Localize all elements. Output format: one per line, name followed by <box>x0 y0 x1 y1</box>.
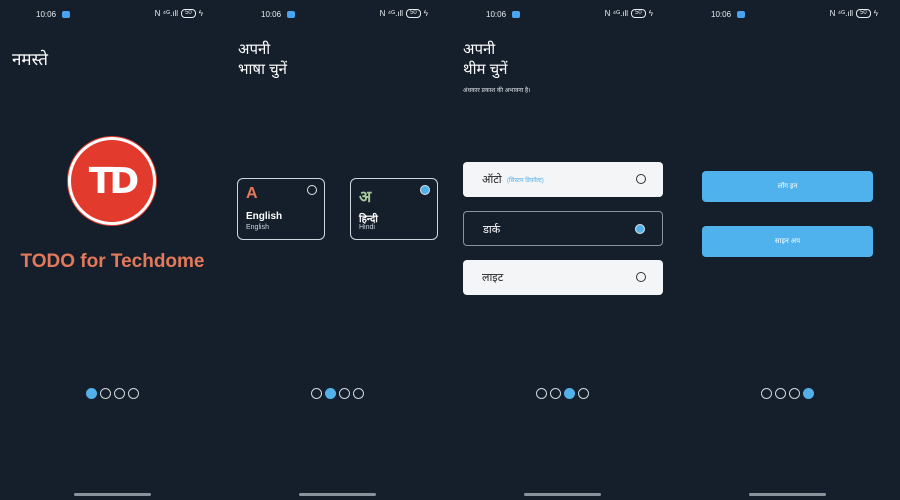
status-indicators: N ⁴ᴳ.ıll 50 ϟ <box>605 9 653 18</box>
page-title: अपनी थीम चुनें <box>463 40 507 80</box>
page-dot[interactable] <box>311 388 322 399</box>
title-line: अपनी <box>463 41 496 58</box>
home-indicator[interactable] <box>749 493 826 496</box>
radio-button[interactable] <box>636 272 646 282</box>
bolt-icon: ϟ <box>423 9 428 18</box>
theme-option-light[interactable]: लाइट <box>463 260 663 295</box>
page-indicator <box>450 388 675 399</box>
page-indicator <box>225 388 450 399</box>
message-notification-icon <box>512 11 520 18</box>
screen-language: 10:06 N ⁴ᴳ.ıll 50 ϟ अपनी भाषा चुनें A En… <box>225 0 450 500</box>
battery-icon: 50 <box>406 9 421 18</box>
theme-option-auto[interactable]: ऑटो (सिस्टम डिफ़ॉल्ट) <box>463 162 663 197</box>
status-time: 10:06 <box>711 10 732 19</box>
radio-button[interactable] <box>635 224 645 234</box>
theme-label: लाइट <box>482 272 504 284</box>
page-dot[interactable] <box>128 388 139 399</box>
signup-button[interactable]: साइन अप <box>702 226 873 257</box>
app-logo: TD <box>68 137 156 225</box>
title-line: भाषा चुनें <box>238 61 288 78</box>
home-indicator[interactable] <box>299 493 376 496</box>
radio-button[interactable] <box>636 174 646 184</box>
signal-icon: N ⁴ᴳ.ıll <box>829 9 854 18</box>
bolt-icon: ϟ <box>198 9 203 18</box>
status-time: 10:06 <box>261 10 282 19</box>
title-line: अपनी <box>238 41 271 58</box>
page-dot[interactable] <box>536 388 547 399</box>
theme-label: ऑटो <box>482 174 502 186</box>
language-name: English <box>246 211 283 222</box>
language-subtitle: English <box>246 224 269 231</box>
page-dot[interactable] <box>325 388 336 399</box>
page-dot[interactable] <box>114 388 125 399</box>
logo-text: TD <box>88 160 139 202</box>
theme-hint: (सिस्टम डिफ़ॉल्ट) <box>507 178 544 184</box>
page-dot[interactable] <box>550 388 561 399</box>
language-card-english[interactable]: A English English <box>237 178 325 240</box>
status-bar: 10:06 N ⁴ᴳ.ıll 50 ϟ <box>450 0 675 30</box>
signal-icon: N ⁴ᴳ.ıll <box>379 9 404 18</box>
screen-welcome: 10:06 N ⁴ᴳ.ıll 50 ϟ नमस्ते TD TODO for T… <box>0 0 225 500</box>
bolt-icon: ϟ <box>648 9 653 18</box>
screen-theme: 10:06 N ⁴ᴳ.ıll 50 ϟ अपनी थीम चुनें अंधका… <box>450 0 675 500</box>
bolt-icon: ϟ <box>873 9 878 18</box>
language-glyph: अ <box>359 189 372 206</box>
signal-icon: N ⁴ᴳ.ıll <box>604 9 629 18</box>
battery-icon: 50 <box>181 9 196 18</box>
status-time: 10:06 <box>486 10 507 19</box>
page-dot[interactable] <box>761 388 772 399</box>
page-dot[interactable] <box>789 388 800 399</box>
status-indicators: N ⁴ᴳ.ıll 50 ϟ <box>830 9 878 18</box>
language-name: हिन्दी <box>359 214 378 225</box>
page-dot[interactable] <box>100 388 111 399</box>
page-dot[interactable] <box>86 388 97 399</box>
page-dot[interactable] <box>803 388 814 399</box>
language-subtitle: Hindi <box>359 224 375 231</box>
home-indicator[interactable] <box>74 493 151 496</box>
page-indicator <box>0 388 225 399</box>
language-card-hindi[interactable]: अ हिन्दी Hindi <box>350 178 438 240</box>
radio-button[interactable] <box>420 185 430 195</box>
message-notification-icon <box>62 11 70 18</box>
status-bar: 10:06 N ⁴ᴳ.ıll 50 ϟ <box>225 0 450 30</box>
message-notification-icon <box>287 11 295 18</box>
signal-icon: N ⁴ᴳ.ıll <box>154 9 179 18</box>
app-name: TODO for Techdome <box>20 251 205 272</box>
radio-button[interactable] <box>307 185 317 195</box>
status-indicators: N ⁴ᴳ.ıll 50 ϟ <box>380 9 428 18</box>
page-dot[interactable] <box>564 388 575 399</box>
home-indicator[interactable] <box>524 493 601 496</box>
status-indicators: N ⁴ᴳ.ıll 50 ϟ <box>155 9 203 18</box>
screen-auth: 10:06 N ⁴ᴳ.ıll 50 ϟ लॉग इन साइन अप <box>675 0 900 500</box>
page-dot[interactable] <box>578 388 589 399</box>
status-bar: 10:06 N ⁴ᴳ.ıll 50 ϟ <box>675 0 900 30</box>
page-title: अपनी भाषा चुनें <box>238 40 287 80</box>
title-line: थीम चुनें <box>463 61 508 78</box>
theme-option-dark[interactable]: डार्क <box>463 211 663 246</box>
status-bar: 10:06 N ⁴ᴳ.ıll 50 ϟ <box>0 0 225 30</box>
page-subtitle: अंधकार प्रकाश की अभावना है। <box>463 88 531 94</box>
page-dot[interactable] <box>775 388 786 399</box>
battery-icon: 50 <box>856 9 871 18</box>
page-dot[interactable] <box>339 388 350 399</box>
login-button[interactable]: लॉग इन <box>702 171 873 202</box>
page-indicator <box>675 388 900 399</box>
theme-label: डार्क <box>483 224 501 236</box>
status-time: 10:06 <box>36 10 57 19</box>
greeting-text: नमस्ते <box>12 50 48 69</box>
page-dot[interactable] <box>353 388 364 399</box>
battery-icon: 50 <box>631 9 646 18</box>
message-notification-icon <box>737 11 745 18</box>
language-glyph: A <box>246 185 258 202</box>
